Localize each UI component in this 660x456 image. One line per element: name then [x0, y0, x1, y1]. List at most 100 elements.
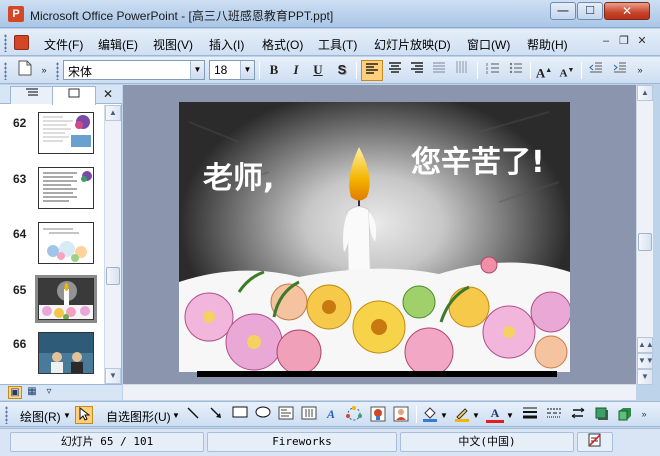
- wordart-icon[interactable]: A: [322, 406, 340, 424]
- panel-close-icon[interactable]: ✕: [100, 86, 116, 102]
- previous-slide-icon[interactable]: ▲▲: [637, 337, 654, 353]
- tab-outline[interactable]: [10, 86, 54, 104]
- vertical-text-icon[interactable]: [451, 60, 473, 81]
- decrease-indent-icon[interactable]: [585, 60, 607, 81]
- new-slide-icon[interactable]: [14, 60, 36, 81]
- 3d-style-icon[interactable]: [616, 406, 634, 424]
- title-bar: P Microsoft Office PowerPoint - [高三八班感恩教…: [0, 0, 660, 28]
- chevron-down-icon[interactable]: ▼: [472, 411, 480, 420]
- toolbar-options-icon[interactable]: »: [38, 60, 50, 81]
- document-icon[interactable]: [14, 35, 29, 50]
- doc-restore-icon[interactable]: ❐: [616, 34, 632, 50]
- vertical-text-box-icon[interactable]: [300, 406, 318, 424]
- chevron-down-icon[interactable]: ▼: [440, 411, 448, 420]
- toolbar-options-icon[interactable]: »: [634, 60, 646, 81]
- scroll-thumb[interactable]: [638, 233, 652, 251]
- align-center-button[interactable]: [384, 60, 406, 81]
- normal-view-icon[interactable]: ▣: [8, 386, 22, 399]
- oval-icon[interactable]: [254, 406, 272, 424]
- underline-button[interactable]: U: [307, 60, 329, 81]
- tab-slides[interactable]: [52, 86, 96, 105]
- clip-art-icon[interactable]: [369, 406, 387, 424]
- chevron-down-icon[interactable]: ▼: [506, 411, 514, 420]
- increase-font-size-icon[interactable]: A▲: [533, 60, 555, 81]
- increase-indent-icon[interactable]: [609, 60, 631, 81]
- draw-menu-button[interactable]: 绘图(R): [20, 408, 61, 425]
- diagram-icon[interactable]: [345, 406, 363, 424]
- scroll-thumb[interactable]: [106, 267, 120, 285]
- font-name-value: 宋体: [68, 65, 93, 79]
- slide-thumbnail[interactable]: [38, 222, 94, 264]
- align-right-button[interactable]: [406, 60, 428, 81]
- picture-icon[interactable]: [392, 406, 410, 424]
- formatting-toolbar: » 宋体 ▼ 18 ▼ B I U S A▲ A▼ »: [0, 57, 660, 84]
- scroll-down-icon[interactable]: ▼: [105, 368, 121, 384]
- menu-insert[interactable]: 插入(I): [209, 36, 244, 53]
- menu-format[interactable]: 格式(O): [262, 36, 303, 53]
- minimize-button[interactable]: —: [550, 2, 576, 20]
- align-left-button[interactable]: [361, 60, 383, 81]
- scroll-down-icon[interactable]: ▼: [637, 369, 653, 385]
- text-box-icon[interactable]: [277, 406, 295, 424]
- close-button[interactable]: ✕: [604, 2, 650, 20]
- outline-icon: [26, 88, 38, 96]
- chevron-down-icon[interactable]: ▼: [172, 411, 180, 420]
- chevron-down-icon[interactable]: ▼: [240, 61, 254, 79]
- line-icon[interactable]: [184, 406, 202, 424]
- toolbar-grip[interactable]: [4, 62, 7, 80]
- menu-help[interactable]: 帮助(H): [527, 36, 568, 53]
- arrow-style-icon[interactable]: [569, 406, 587, 424]
- rectangle-icon[interactable]: [231, 406, 249, 424]
- menu-window[interactable]: 窗口(W): [467, 36, 510, 53]
- select-objects-icon[interactable]: [75, 406, 93, 424]
- shadow-style-icon[interactable]: [593, 406, 611, 424]
- slide-thumbnail-selected[interactable]: [35, 275, 97, 323]
- spelling-check-icon[interactable]: [577, 432, 613, 452]
- bullets-icon[interactable]: [505, 60, 527, 81]
- chevron-down-icon[interactable]: ▼: [190, 61, 204, 79]
- dash-style-icon[interactable]: [545, 406, 563, 424]
- fill-color-icon[interactable]: [421, 406, 439, 424]
- doc-minimize-icon[interactable]: –: [598, 34, 614, 50]
- font-name-select[interactable]: 宋体 ▼: [63, 60, 205, 80]
- doc-close-icon[interactable]: ✕: [634, 34, 650, 50]
- shadow-button[interactable]: S: [331, 60, 353, 81]
- slide-scrollbar[interactable]: ▲ ▲▲ ▼▼ ▼: [636, 85, 654, 385]
- slide-number: 63: [13, 172, 27, 186]
- slideshow-view-icon[interactable]: ▿: [42, 386, 56, 399]
- next-slide-icon[interactable]: ▼▼: [637, 353, 654, 369]
- font-size-select[interactable]: 18 ▼: [209, 60, 255, 80]
- align-right-icon: [411, 62, 423, 73]
- line-color-icon[interactable]: [453, 406, 471, 424]
- toolbar-grip[interactable]: [5, 406, 8, 424]
- numbering-icon[interactable]: [482, 60, 504, 81]
- maximize-button[interactable]: ☐: [577, 2, 603, 20]
- scroll-up-icon[interactable]: ▲: [637, 85, 653, 101]
- justify-icon[interactable]: [428, 60, 450, 81]
- arrow-icon[interactable]: [207, 406, 225, 424]
- menu-file[interactable]: 文件(F): [44, 36, 83, 53]
- scroll-up-icon[interactable]: ▲: [105, 105, 121, 121]
- toolbar-options-icon[interactable]: »: [638, 406, 650, 424]
- toolbar-grip[interactable]: [56, 62, 59, 80]
- current-slide[interactable]: 老师, 您辛苦了!: [179, 102, 570, 372]
- decrease-font-size-icon[interactable]: A▼: [556, 60, 578, 81]
- slide-number: 66: [13, 337, 27, 351]
- slide-thumbnail[interactable]: [38, 112, 94, 154]
- menu-slideshow[interactable]: 幻灯片放映(D): [374, 36, 451, 53]
- slide-thumbnail[interactable]: [38, 332, 94, 374]
- chevron-down-icon[interactable]: ▼: [63, 411, 71, 420]
- bold-button[interactable]: B: [263, 60, 285, 81]
- line-style-icon[interactable]: [521, 406, 539, 424]
- menu-tools[interactable]: 工具(T): [318, 36, 357, 53]
- toolbar-grip[interactable]: [4, 34, 7, 52]
- horizontal-scrollbar[interactable]: [123, 384, 636, 400]
- autoshapes-menu-button[interactable]: 自选图形(U): [106, 408, 171, 425]
- menu-edit[interactable]: 编辑(E): [98, 36, 138, 53]
- menu-view[interactable]: 视图(V): [153, 36, 193, 53]
- font-color-icon[interactable]: A: [486, 406, 504, 423]
- panel-scrollbar[interactable]: ▲ ▼: [104, 105, 121, 384]
- slide-thumbnail[interactable]: [38, 167, 94, 209]
- italic-button[interactable]: I: [285, 60, 307, 81]
- slide-sorter-icon[interactable]: ▦: [25, 386, 39, 399]
